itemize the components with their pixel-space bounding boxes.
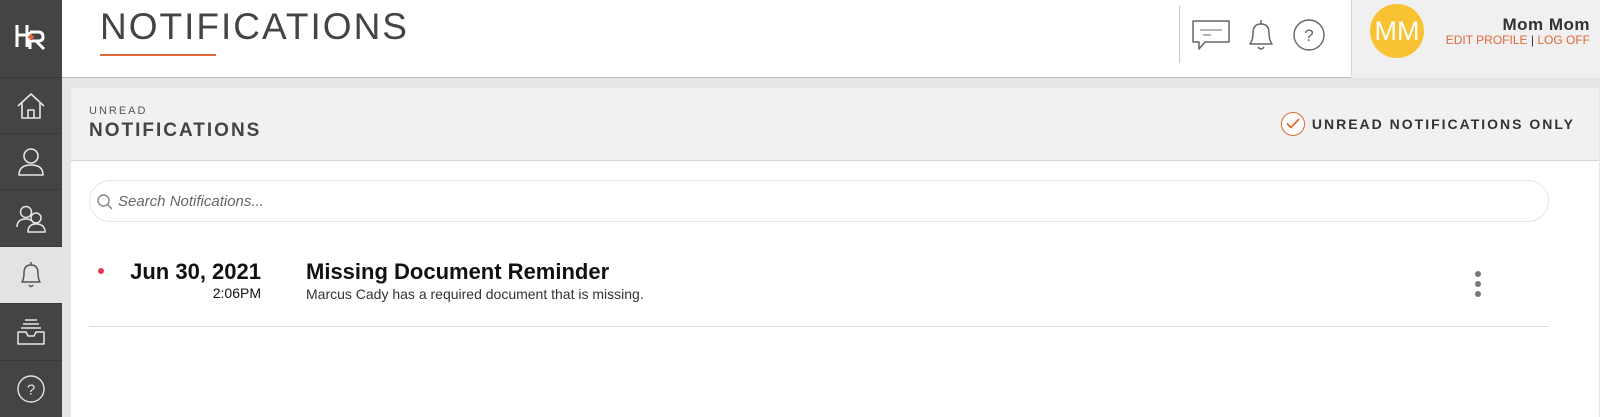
search-bar xyxy=(89,180,1549,222)
svg-text:?: ? xyxy=(27,382,35,399)
notification-date: Jun 30, 2021 xyxy=(130,259,261,284)
sidebar-item-employee[interactable] xyxy=(0,133,62,190)
app-logo[interactable] xyxy=(0,0,62,74)
hr-logo-icon xyxy=(15,25,46,51)
content-area: UNREAD NOTIFICATIONS UNREAD NOTIFICATION… xyxy=(62,78,1600,417)
svg-text:?: ? xyxy=(1304,26,1313,45)
sidebar-item-team[interactable] xyxy=(0,189,62,246)
notification-row[interactable]: Jun 30, 2021 2:06PM Missing Document Rem… xyxy=(89,243,1549,327)
help-icon: ? xyxy=(17,375,45,403)
profile-links: EDIT PROFILE | LOG OFF xyxy=(1446,33,1590,47)
sidebar-item-inbox[interactable] xyxy=(0,303,62,360)
search-input[interactable] xyxy=(118,181,1538,221)
search-icon xyxy=(96,193,114,211)
unread-only-label: UNREAD NOTIFICATIONS ONLY xyxy=(1311,116,1575,132)
dot xyxy=(1475,281,1481,287)
link-separator: | xyxy=(1530,33,1534,47)
help-icon: ? xyxy=(1293,19,1325,51)
notifications-button[interactable] xyxy=(1241,16,1281,54)
dot xyxy=(1475,271,1481,277)
messages-button[interactable] xyxy=(1191,16,1231,54)
notification-time: 2:06PM xyxy=(212,285,261,301)
profile-name: Mom Mom xyxy=(1502,15,1590,34)
home-icon xyxy=(17,93,45,119)
header-divider xyxy=(1179,6,1180,63)
dot xyxy=(1475,291,1481,297)
sidebar-item-home[interactable] xyxy=(0,77,62,134)
inbox-tray-icon xyxy=(17,319,45,345)
top-header: NOTIFICATIONS ? MM Mom Mom EDIT PROFILE … xyxy=(62,0,1600,78)
notifications-panel: UNREAD NOTIFICATIONS UNREAD NOTIFICATION… xyxy=(71,88,1599,417)
check-circle-icon xyxy=(1280,112,1305,136)
panel-kicker: UNREAD xyxy=(89,105,148,117)
panel-header: UNREAD NOTIFICATIONS UNREAD NOTIFICATION… xyxy=(71,88,1599,161)
notification-body: Marcus Cady has a required document that… xyxy=(306,286,644,302)
title-underline xyxy=(100,54,216,56)
profile-area: MM Mom Mom EDIT PROFILE | LOG OFF xyxy=(1351,0,1600,78)
team-icon xyxy=(16,205,46,233)
help-button[interactable]: ? xyxy=(1289,16,1329,54)
bell-icon xyxy=(21,262,41,288)
notification-title: Missing Document Reminder xyxy=(306,259,610,284)
chat-icon xyxy=(1192,20,1230,50)
sidebar: ? xyxy=(0,0,62,417)
log-off-link[interactable]: LOG OFF xyxy=(1537,33,1590,47)
panel-title: NOTIFICATIONS xyxy=(89,120,262,141)
unread-indicator xyxy=(98,268,104,274)
avatar[interactable]: MM xyxy=(1370,4,1424,58)
unread-only-toggle[interactable]: UNREAD NOTIFICATIONS ONLY xyxy=(1280,112,1575,136)
page-title: NOTIFICATIONS xyxy=(100,6,409,47)
edit-profile-link[interactable]: EDIT PROFILE xyxy=(1446,33,1528,47)
more-options-button[interactable] xyxy=(1463,265,1493,303)
bell-icon xyxy=(1249,20,1273,50)
sidebar-item-notifications[interactable] xyxy=(0,246,62,303)
sidebar-item-help[interactable]: ? xyxy=(0,360,62,417)
person-icon xyxy=(18,148,44,176)
